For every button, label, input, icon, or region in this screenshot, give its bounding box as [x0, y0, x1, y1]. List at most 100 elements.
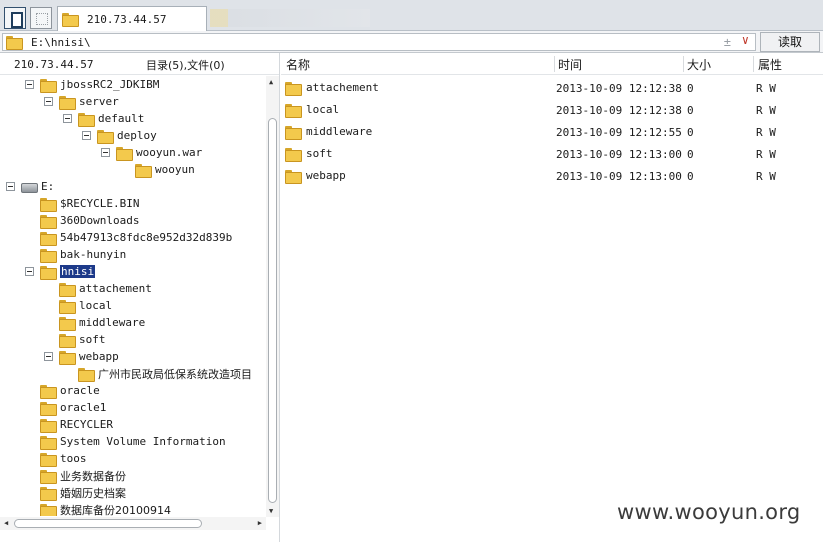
- tree-node-label: attachement: [79, 282, 152, 295]
- tree-node[interactable]: 数据库备份20100914: [40, 501, 171, 516]
- tree-node[interactable]: 360Downloads: [40, 212, 139, 229]
- collapse-toggle[interactable]: [63, 114, 72, 123]
- read-button[interactable]: 读取: [760, 32, 820, 52]
- scrollbar-thumb[interactable]: [268, 118, 277, 503]
- path-text: E:\hnisi\: [31, 35, 91, 49]
- file-size: 0: [687, 104, 694, 117]
- folder-icon: [97, 129, 114, 144]
- column-divider[interactable]: [554, 56, 555, 72]
- file-row[interactable]: local 2013-10-09 12:12:38 0 R W: [281, 100, 823, 122]
- tab-bar: 210.73.44.57: [0, 0, 823, 31]
- file-row[interactable]: middleware 2013-10-09 12:12:55 0 R W: [281, 122, 823, 144]
- column-name-header[interactable]: 名称: [286, 56, 310, 73]
- tree-node-label: local: [79, 299, 113, 312]
- tree-node[interactable]: $RECYCLE.BIN: [40, 195, 139, 212]
- file-name: webapp: [306, 169, 346, 182]
- tree-node[interactable]: oracle: [40, 382, 100, 399]
- tree-node[interactable]: 54b47913c8fdc8e952d32d839b: [40, 229, 232, 246]
- collapse-toggle[interactable]: [25, 267, 34, 276]
- tree-node[interactable]: System Volume Information: [40, 433, 226, 450]
- dir-file-count: 目录(5),文件(0): [146, 59, 225, 72]
- scroll-left-arrow-icon[interactable]: ◀: [4, 519, 8, 527]
- tree-node[interactable]: wooyun: [135, 161, 195, 178]
- file-name: soft: [306, 147, 333, 160]
- tab-active[interactable]: 210.73.44.57: [57, 6, 207, 31]
- folder-icon: [40, 486, 57, 501]
- tree-node[interactable]: deploy: [97, 127, 157, 144]
- tree-node[interactable]: server: [59, 93, 119, 110]
- folder-icon: [40, 78, 57, 93]
- tree-node[interactable]: webapp: [59, 348, 119, 365]
- tree-node[interactable]: bak-hunyin: [40, 246, 126, 263]
- file-list-pane: 名称 时间 大小 属性 attachement 2013-10-09 12:12…: [281, 53, 823, 542]
- blurred-tab-area: [210, 9, 370, 27]
- collapse-toggle[interactable]: [101, 148, 110, 157]
- file-time: 2013-10-09 12:12:55: [556, 126, 682, 139]
- column-divider[interactable]: [753, 56, 754, 72]
- scrollbar-thumb[interactable]: [14, 519, 202, 528]
- tree-node-label: 广州市民政局低保系统改造项目: [98, 367, 252, 381]
- tree-node-drive[interactable]: E:: [21, 178, 54, 195]
- watermark: www.wooyun.org: [617, 500, 801, 524]
- collapse-toggle[interactable]: [44, 352, 53, 361]
- tree-node[interactable]: toos: [40, 450, 87, 467]
- folder-icon: [59, 333, 76, 348]
- tree-node[interactable]: RECYCLER: [40, 416, 113, 433]
- path-input[interactable]: E:\hnisi\ ± ∨: [2, 33, 756, 51]
- collapse-toggle[interactable]: [82, 131, 91, 140]
- file-name-cell: webapp: [285, 169, 346, 184]
- tree-node[interactable]: soft: [59, 331, 106, 348]
- tree-node[interactable]: middleware: [59, 314, 145, 331]
- host-label: 210.73.44.57: [14, 58, 94, 71]
- tree-node[interactable]: wooyun.war: [116, 144, 202, 161]
- collapse-toggle[interactable]: [44, 97, 53, 106]
- tree-node[interactable]: oracle1: [40, 399, 106, 416]
- tree-node[interactable]: local: [59, 297, 112, 314]
- column-size-header[interactable]: 大小: [687, 56, 711, 73]
- tree-node-label: 业务数据备份: [60, 469, 126, 483]
- scroll-up-arrow-icon[interactable]: ▲: [269, 78, 273, 86]
- tree-node[interactable]: attachement: [59, 280, 152, 297]
- tree-node[interactable]: 广州市民政局低保系统改造项目: [78, 365, 252, 382]
- column-attr-header[interactable]: 属性: [758, 56, 782, 73]
- file-row[interactable]: attachement 2013-10-09 12:12:38 0 R W: [281, 78, 823, 100]
- folder-icon: [59, 350, 76, 365]
- tree-node[interactable]: 业务数据备份: [40, 467, 126, 484]
- collapse-toggle[interactable]: [25, 80, 34, 89]
- scroll-right-arrow-icon[interactable]: ▶: [258, 519, 262, 527]
- scroll-down-arrow-icon[interactable]: ▼: [269, 507, 273, 515]
- folder-icon: [40, 452, 57, 467]
- file-time: 2013-10-09 12:12:38: [556, 104, 682, 117]
- file-name: local: [306, 103, 340, 116]
- tab-title: 210.73.44.57: [87, 12, 167, 26]
- folder-icon: [116, 146, 133, 161]
- plus-icon[interactable]: ±: [724, 35, 731, 49]
- panel-toggle-button[interactable]: [4, 7, 26, 29]
- tree-node-label: 54b47913c8fdc8e952d32d839b: [60, 231, 233, 244]
- file-size: 0: [687, 148, 694, 161]
- collapse-toggle[interactable]: [6, 182, 15, 191]
- tree-node-label: E:: [41, 180, 55, 193]
- tree-node[interactable]: 婚姻历史档案: [40, 484, 126, 501]
- folder-icon: [40, 197, 57, 212]
- chevron-down-icon[interactable]: ∨: [742, 33, 749, 47]
- column-time-header[interactable]: 时间: [558, 56, 582, 73]
- folder-icon: [285, 147, 302, 162]
- file-row[interactable]: soft 2013-10-09 12:13:00 0 R W: [281, 144, 823, 166]
- tree-vertical-scrollbar[interactable]: ▲ ▼: [266, 76, 279, 517]
- file-name-cell: middleware: [285, 125, 372, 140]
- tree-node[interactable]: default: [78, 110, 144, 127]
- tree-node-label: oracle: [60, 384, 100, 397]
- folder-icon: [40, 231, 57, 246]
- new-tab-button[interactable]: [30, 7, 52, 29]
- column-header: 名称 时间 大小 属性: [281, 53, 823, 75]
- folder-icon: [78, 367, 95, 382]
- tree-node-label: toos: [60, 452, 87, 465]
- folder-icon: [40, 214, 57, 229]
- tree-horizontal-scrollbar[interactable]: ◀ ▶: [0, 517, 266, 530]
- column-divider[interactable]: [683, 56, 684, 72]
- folder-icon: [59, 299, 76, 314]
- tree-node[interactable]: jbossRC2_JDKIBM: [40, 76, 159, 93]
- file-row[interactable]: webapp 2013-10-09 12:13:00 0 R W: [281, 166, 823, 188]
- tree-node-selected[interactable]: hnisi: [40, 263, 96, 280]
